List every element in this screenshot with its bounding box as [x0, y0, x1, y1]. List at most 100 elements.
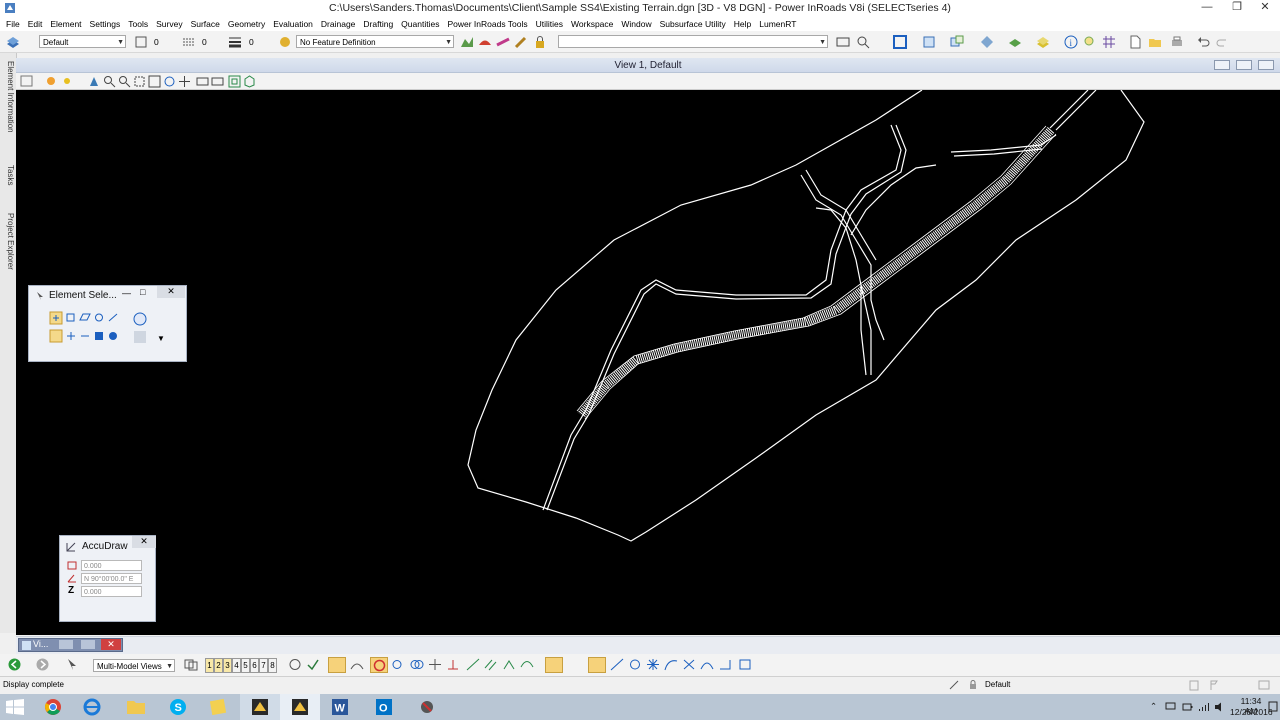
- zoom-in-icon[interactable]: [103, 75, 116, 88]
- check-icon[interactable]: [306, 658, 320, 671]
- update-view-icon[interactable]: [88, 75, 101, 88]
- arc-icon[interactable]: [700, 658, 714, 671]
- menu-subsurface-utility[interactable]: Subsurface Utility: [660, 19, 726, 29]
- references-icon[interactable]: [950, 35, 964, 49]
- multi-model-views-combo[interactable]: Multi-Model Views ▼: [93, 659, 175, 672]
- tray-chevron-icon[interactable]: ⌃: [1150, 701, 1157, 712]
- center-snap-button[interactable]: [370, 657, 388, 673]
- view-5-button[interactable]: 5: [241, 658, 250, 673]
- view-tab-minimize-button[interactable]: [59, 640, 73, 649]
- fit-view-icon[interactable]: [148, 75, 161, 88]
- menu-power-inroads-tools[interactable]: Power InRoads Tools: [447, 19, 527, 29]
- view-7-button[interactable]: 7: [259, 658, 268, 673]
- menu-file[interactable]: File: [6, 19, 20, 29]
- menu-settings[interactable]: Settings: [90, 19, 121, 29]
- angle-field[interactable]: N 90°00'00.0" E: [81, 573, 142, 584]
- view-tab-close-button[interactable]: ✕: [101, 639, 121, 650]
- outlook-icon[interactable]: O: [375, 698, 393, 716]
- network-icon[interactable]: [1165, 702, 1176, 712]
- parallel-snap-icon[interactable]: [484, 658, 498, 671]
- notifications-icon[interactable]: [1268, 701, 1278, 712]
- accusnap-button[interactable]: [545, 657, 563, 673]
- message-icon[interactable]: [1258, 679, 1270, 691]
- dialog-close-button[interactable]: ✕: [157, 286, 185, 298]
- z-field[interactable]: 0.000: [81, 586, 142, 597]
- chevron-down-icon[interactable]: ▼: [157, 334, 165, 343]
- surface-icon[interactable]: [478, 35, 492, 49]
- bisector-snap-icon[interactable]: [502, 658, 516, 671]
- back-icon[interactable]: [8, 658, 21, 671]
- taskbar-app-1[interactable]: [240, 694, 280, 720]
- internet-explorer-icon[interactable]: [83, 698, 101, 716]
- curve-icon[interactable]: [664, 658, 678, 671]
- view-groups-icon[interactable]: [184, 658, 198, 671]
- through-point-snap-icon[interactable]: [520, 658, 534, 671]
- menu-drainage[interactable]: Drainage: [321, 19, 356, 29]
- view-4-button[interactable]: 4: [232, 658, 241, 673]
- skype-icon[interactable]: S: [169, 698, 187, 716]
- angle-snap-icon[interactable]: [718, 658, 732, 671]
- line-weight-icon[interactable]: [228, 35, 242, 49]
- tab-element-information[interactable]: Element Information: [1, 61, 15, 156]
- select-element-icon[interactable]: [66, 658, 79, 671]
- menu-survey[interactable]: Survey: [156, 19, 182, 29]
- clock-date[interactable]: 12/28/2016: [1230, 707, 1273, 717]
- level-manager-icon[interactable]: [6, 35, 20, 49]
- selection-method-icon[interactable]: [133, 312, 147, 326]
- command-input[interactable]: ▼: [558, 35, 828, 48]
- clip-volume-icon[interactable]: [228, 75, 241, 88]
- view-restore-button[interactable]: [1236, 60, 1252, 70]
- menu-tools[interactable]: Tools: [128, 19, 148, 29]
- close-button[interactable]: ✕: [1250, 0, 1280, 16]
- windows-start-icon[interactable]: [6, 699, 24, 715]
- battery-icon[interactable]: [1182, 702, 1193, 712]
- tab-tasks[interactable]: Tasks: [1, 165, 15, 205]
- flag-icon[interactable]: [1208, 679, 1220, 691]
- lighting-icon[interactable]: [60, 75, 74, 88]
- window-area-icon[interactable]: [133, 75, 146, 88]
- menu-surface[interactable]: Surface: [191, 19, 220, 29]
- view-tab[interactable]: Vi... ✕: [18, 638, 123, 652]
- snap-settings-icon[interactable]: [288, 658, 302, 671]
- view-previous-icon[interactable]: [196, 75, 209, 88]
- feature-definition-combo[interactable]: No Feature Definition ▼: [296, 35, 454, 48]
- open-folder-icon[interactable]: [1148, 35, 1162, 49]
- signal-icon[interactable]: [1198, 702, 1209, 712]
- level-lock-icon[interactable]: [948, 679, 960, 691]
- perpendicular-snap-icon[interactable]: [446, 658, 460, 671]
- display-style-icon[interactable]: [44, 75, 58, 88]
- pencil-icon[interactable]: [514, 35, 528, 49]
- grid-snap-button[interactable]: [588, 657, 606, 673]
- lock-icon[interactable]: [967, 679, 979, 691]
- feature-icon[interactable]: [278, 35, 292, 49]
- word-icon[interactable]: W: [331, 698, 349, 716]
- view-6-button[interactable]: 6: [250, 658, 259, 673]
- region-icon[interactable]: [738, 658, 752, 671]
- view-tab-restore-button[interactable]: [81, 640, 95, 649]
- toggle-3d-icon[interactable]: [243, 75, 256, 88]
- menu-geometry[interactable]: Geometry: [228, 19, 265, 29]
- color-icon[interactable]: [134, 35, 148, 49]
- maximize-button[interactable]: ❐: [1222, 0, 1252, 16]
- view-attributes-icon[interactable]: [20, 75, 34, 88]
- pan-view-icon[interactable]: [178, 75, 191, 88]
- search-icon[interactable]: [1083, 35, 1097, 49]
- key-in-icon[interactable]: [836, 35, 850, 49]
- level-display-icon[interactable]: [1008, 35, 1022, 49]
- view-close-button[interactable]: [1258, 60, 1274, 70]
- view-2-button[interactable]: 2: [214, 658, 223, 673]
- chrome-icon[interactable]: [44, 698, 62, 716]
- redo-icon[interactable]: [1216, 35, 1230, 49]
- find-icon[interactable]: [856, 35, 870, 49]
- near-snap-icon[interactable]: [350, 658, 364, 671]
- menu-evaluation[interactable]: Evaluation: [273, 19, 313, 29]
- views-icon[interactable]: [893, 35, 907, 49]
- grid-icon[interactable]: [1102, 35, 1116, 49]
- forward-icon[interactable]: [36, 658, 49, 671]
- info-icon[interactable]: i: [1064, 35, 1078, 49]
- raster-icon[interactable]: [980, 35, 994, 49]
- view-minimize-button[interactable]: [1214, 60, 1230, 70]
- taskbar-app-2[interactable]: [280, 694, 320, 720]
- keypoint-snap-button[interactable]: [328, 657, 346, 673]
- corridor-icon[interactable]: [496, 35, 510, 49]
